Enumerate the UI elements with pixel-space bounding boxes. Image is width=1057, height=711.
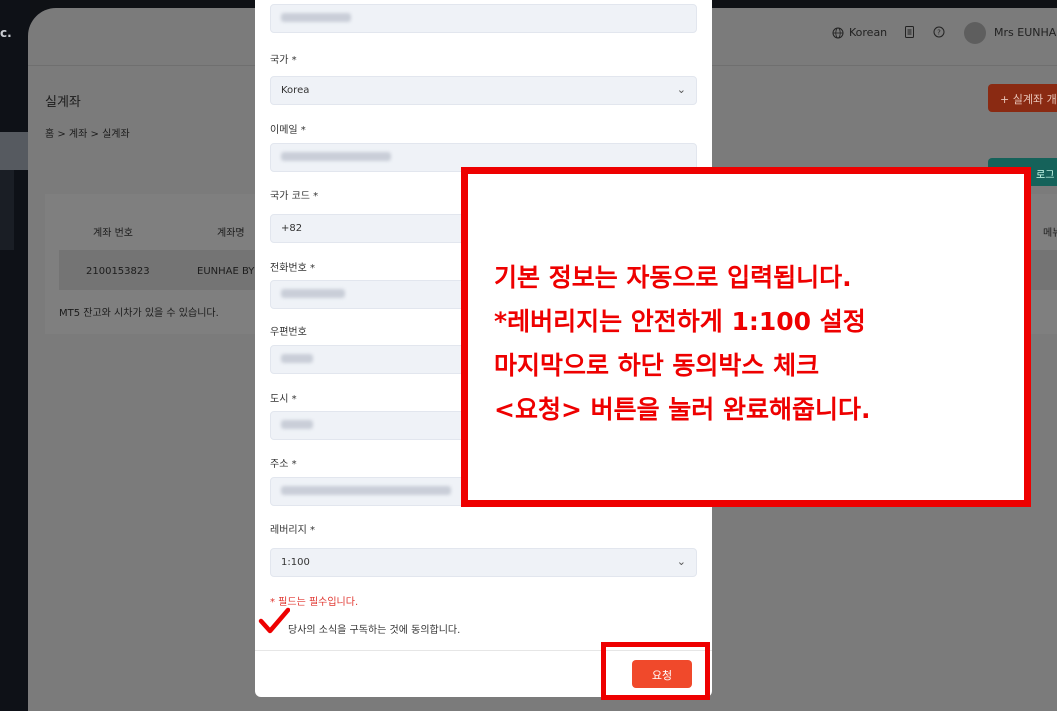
phone-label: 전화번호 * — [270, 263, 315, 274]
account-number-cell: 2100153823 — [86, 266, 150, 277]
sidebar-active-item[interactable] — [0, 132, 30, 170]
add-live-account-button[interactable]: + 실계좌 개 — [988, 84, 1057, 112]
column-header: 계좌명 — [217, 228, 245, 239]
language-selector[interactable]: Korean — [832, 26, 887, 39]
breadcrumb: 홈 > 계좌 > 실계좌 — [45, 129, 130, 140]
checkmark-icon[interactable] — [258, 606, 290, 636]
chevron-down-icon: ⌄ — [676, 555, 686, 568]
postal-code-label: 우편번호 — [270, 327, 307, 338]
email-label: 이메일 * — [270, 125, 306, 136]
instruction-callout: 기본 정보는 자동으로 입력됩니다. *레버리지는 안전하게 1:100 설정 … — [461, 167, 1031, 507]
sidebar: c. — [0, 0, 30, 711]
country-code-label: 국가 코드 * — [270, 191, 319, 202]
country-code-value: +82 — [281, 223, 303, 234]
leverage-value: 1:100 — [281, 557, 310, 568]
subscribe-consent-label[interactable]: 당사의 소식을 구독하는 것에 동의합니다. — [288, 621, 460, 636]
table-note: MT5 잔고와 시차가 있을 수 있습니다. — [59, 308, 219, 319]
country-label: 국가 * — [270, 55, 297, 66]
document-icon[interactable] — [904, 26, 915, 38]
callout-line: 기본 정보는 자동으로 입력됩니다. — [494, 263, 852, 292]
city-label: 도시 * — [270, 394, 297, 405]
sidebar-item[interactable] — [0, 170, 14, 250]
brand-logo: c. — [0, 26, 12, 40]
column-header: 메뉴 — [1043, 228, 1057, 239]
chevron-down-icon: ⌄ — [676, 83, 686, 96]
avatar[interactable] — [964, 22, 986, 44]
user-name[interactable]: Mrs EUNHAE — [994, 26, 1057, 39]
name-field[interactable] — [270, 4, 697, 33]
address-label: 주소 * — [270, 459, 297, 470]
page-title: 실계좌 — [45, 95, 81, 110]
callout-line: 마지막으로 하단 동의박스 체크 — [494, 351, 820, 380]
request-button-highlight — [601, 642, 710, 700]
country-select[interactable]: Korea ⌄ — [270, 76, 697, 105]
leverage-label: 레버리지 * — [270, 525, 315, 536]
svg-text:?: ? — [937, 29, 941, 37]
callout-line: *레버리지는 안전하게 1:100 설정 — [494, 307, 866, 336]
globe-icon — [832, 27, 844, 38]
country-value: Korea — [281, 85, 310, 96]
callout-line: <요청> 버튼을 눌러 완료해줍니다. — [494, 395, 871, 424]
language-label: Korean — [849, 26, 888, 39]
leverage-select[interactable]: 1:100 ⌄ — [270, 548, 697, 577]
help-icon[interactable]: ? — [933, 26, 945, 38]
column-header: 계좌 번호 — [93, 228, 133, 239]
